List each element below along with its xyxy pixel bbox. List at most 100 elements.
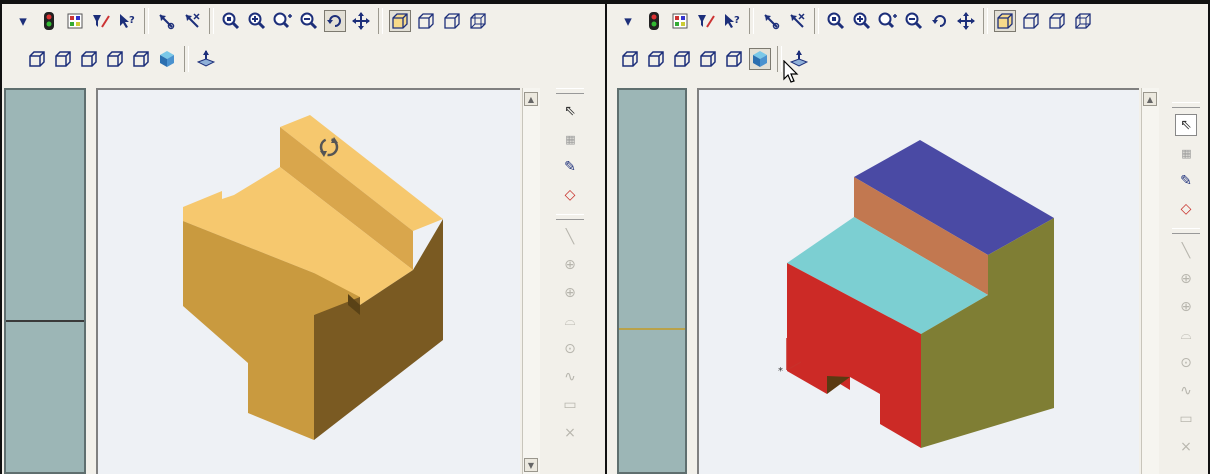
zoom-dynamic-icon[interactable] bbox=[272, 10, 294, 32]
sketch-arrow-icon[interactable] bbox=[155, 10, 177, 32]
scroll-down-button[interactable]: ▼ bbox=[524, 458, 538, 472]
sketch-pencil-icon[interactable]: ✎ bbox=[559, 156, 581, 178]
view-wire-2-icon[interactable] bbox=[52, 48, 74, 70]
traffic-light-icon[interactable] bbox=[643, 10, 665, 32]
zoom-out-icon[interactable] bbox=[298, 10, 320, 32]
color-palette-icon[interactable] bbox=[669, 10, 691, 32]
whats-this-icon[interactable]: ? bbox=[721, 10, 743, 32]
eraser-icon[interactable]: ◇ bbox=[1175, 198, 1197, 220]
toolbar-separator bbox=[814, 8, 819, 34]
shaded-cube-icon[interactable] bbox=[749, 48, 771, 70]
view-wire-3-icon[interactable] bbox=[78, 48, 100, 70]
view-toolbar bbox=[2, 42, 605, 76]
toolbar-separator bbox=[749, 8, 754, 34]
zoom-window-icon[interactable] bbox=[825, 10, 847, 32]
scroll-up-button[interactable]: ▲ bbox=[1143, 92, 1157, 106]
rotate-icon[interactable] bbox=[324, 10, 346, 32]
view-side-icon[interactable] bbox=[441, 10, 463, 32]
whats-this-icon[interactable]: ? bbox=[116, 10, 138, 32]
viewport-vertical-scrollbar[interactable]: ▲ ▼ bbox=[522, 88, 540, 474]
shaded-cube-icon[interactable] bbox=[156, 48, 178, 70]
strip-grip[interactable] bbox=[1172, 102, 1200, 108]
svg-text:*: * bbox=[778, 366, 783, 376]
filter-icon[interactable] bbox=[695, 10, 717, 32]
spline-icon[interactable]: ∿ bbox=[1175, 380, 1197, 402]
line-icon[interactable]: ╲ bbox=[559, 226, 581, 248]
origin-triad-icon: * bbox=[775, 330, 803, 380]
pan-icon[interactable] bbox=[350, 10, 372, 32]
color-palette-icon[interactable] bbox=[64, 10, 86, 32]
rectangle-icon[interactable]: ▭ bbox=[1175, 408, 1197, 430]
view-back-icon[interactable] bbox=[415, 10, 437, 32]
pan-icon[interactable] bbox=[955, 10, 977, 32]
view-wire-2-icon[interactable] bbox=[645, 48, 667, 70]
view-wire-4-icon[interactable] bbox=[697, 48, 719, 70]
view-front-icon[interactable] bbox=[994, 10, 1016, 32]
sketch-cross-arrow-icon[interactable] bbox=[786, 10, 808, 32]
zoom-window-icon[interactable] bbox=[220, 10, 242, 32]
sketch-arrow-icon[interactable] bbox=[760, 10, 782, 32]
plane-normal-icon[interactable] bbox=[195, 48, 217, 70]
toolbar-separator bbox=[209, 8, 214, 34]
eraser-icon[interactable]: ◇ bbox=[559, 184, 581, 206]
zoom-out-icon[interactable] bbox=[903, 10, 925, 32]
close-x-icon[interactable]: × bbox=[559, 422, 581, 444]
spline-icon[interactable]: ∿ bbox=[559, 366, 581, 388]
view-wire-4-icon[interactable] bbox=[104, 48, 126, 70]
view-wire-3-icon[interactable] bbox=[671, 48, 693, 70]
multicolor-block-model bbox=[787, 140, 1054, 448]
view-iso-icon[interactable] bbox=[467, 10, 489, 32]
view-wire-5-icon[interactable] bbox=[130, 48, 152, 70]
rotate-cursor-icon bbox=[316, 134, 342, 164]
feature-tree-pane[interactable] bbox=[617, 88, 687, 474]
view-wire-1-icon[interactable] bbox=[26, 48, 48, 70]
toolbar-separator bbox=[378, 8, 383, 34]
traffic-light-icon[interactable] bbox=[38, 10, 60, 32]
sketch-pencil-icon[interactable]: ✎ bbox=[1175, 170, 1197, 192]
view-side-icon[interactable] bbox=[1046, 10, 1068, 32]
zoom-dynamic-icon[interactable] bbox=[877, 10, 899, 32]
zoom-in-icon[interactable] bbox=[851, 10, 873, 32]
sketch-cross-arrow-icon[interactable] bbox=[181, 10, 203, 32]
zoom-in-icon[interactable] bbox=[246, 10, 268, 32]
toolbar-separator bbox=[777, 46, 782, 72]
strip-grip[interactable] bbox=[556, 214, 584, 220]
view-front-icon[interactable] bbox=[389, 10, 411, 32]
toolbar-dropdown-arrow-icon[interactable]: ▾ bbox=[12, 10, 34, 32]
rectangle-icon[interactable]: ▭ bbox=[559, 394, 581, 416]
work-area: ▲ ▼ ⇖ ▦ ✎ ◇ ╲ ⊕ ⊕ ⌓ ⊙ ∿ ▭ × bbox=[2, 80, 605, 474]
toolbar-dropdown-arrow-icon[interactable]: ▾ bbox=[617, 10, 639, 32]
graphics-viewport[interactable]: * bbox=[697, 88, 1139, 474]
viewport-vertical-scrollbar[interactable]: ▲ bbox=[1141, 88, 1159, 474]
scroll-up-button[interactable]: ▲ bbox=[524, 92, 538, 106]
view-back-icon[interactable] bbox=[1020, 10, 1042, 32]
select-arrow-icon[interactable]: ⇖ bbox=[1175, 114, 1197, 136]
view-wire-1-icon[interactable] bbox=[619, 48, 641, 70]
select-arrow-icon[interactable]: ⇖ bbox=[559, 100, 581, 122]
tree-split-divider[interactable] bbox=[619, 328, 685, 330]
svg-text:?: ? bbox=[734, 15, 740, 26]
toolbar-separator bbox=[983, 8, 988, 34]
grid-icon[interactable]: ▦ bbox=[1175, 142, 1197, 164]
view-wire-5-icon[interactable] bbox=[723, 48, 745, 70]
circle-plus-icon[interactable]: ⊕ bbox=[1175, 268, 1197, 290]
arc-half-icon[interactable]: ⌓ bbox=[559, 310, 581, 332]
close-x-icon[interactable]: × bbox=[1175, 436, 1197, 458]
arc-half-icon[interactable]: ⌓ bbox=[1175, 324, 1197, 346]
grid-icon[interactable]: ▦ bbox=[559, 128, 581, 150]
arc-plus-icon[interactable]: ⊕ bbox=[559, 282, 581, 304]
toolbar-separator bbox=[184, 46, 189, 72]
circle-plus-icon[interactable]: ⊕ bbox=[559, 254, 581, 276]
view-iso-icon[interactable] bbox=[1072, 10, 1094, 32]
circle-center-icon[interactable]: ⊙ bbox=[559, 338, 581, 360]
strip-grip[interactable] bbox=[1172, 228, 1200, 234]
circle-center-icon[interactable]: ⊙ bbox=[1175, 352, 1197, 374]
strip-grip[interactable] bbox=[556, 88, 584, 94]
line-icon[interactable]: ╲ bbox=[1175, 240, 1197, 262]
tree-split-divider[interactable] bbox=[6, 320, 84, 322]
arc-plus-icon[interactable]: ⊕ bbox=[1175, 296, 1197, 318]
graphics-viewport[interactable] bbox=[96, 88, 520, 474]
feature-tree-pane[interactable] bbox=[4, 88, 86, 474]
rotate-icon[interactable] bbox=[929, 10, 951, 32]
filter-icon[interactable] bbox=[90, 10, 112, 32]
